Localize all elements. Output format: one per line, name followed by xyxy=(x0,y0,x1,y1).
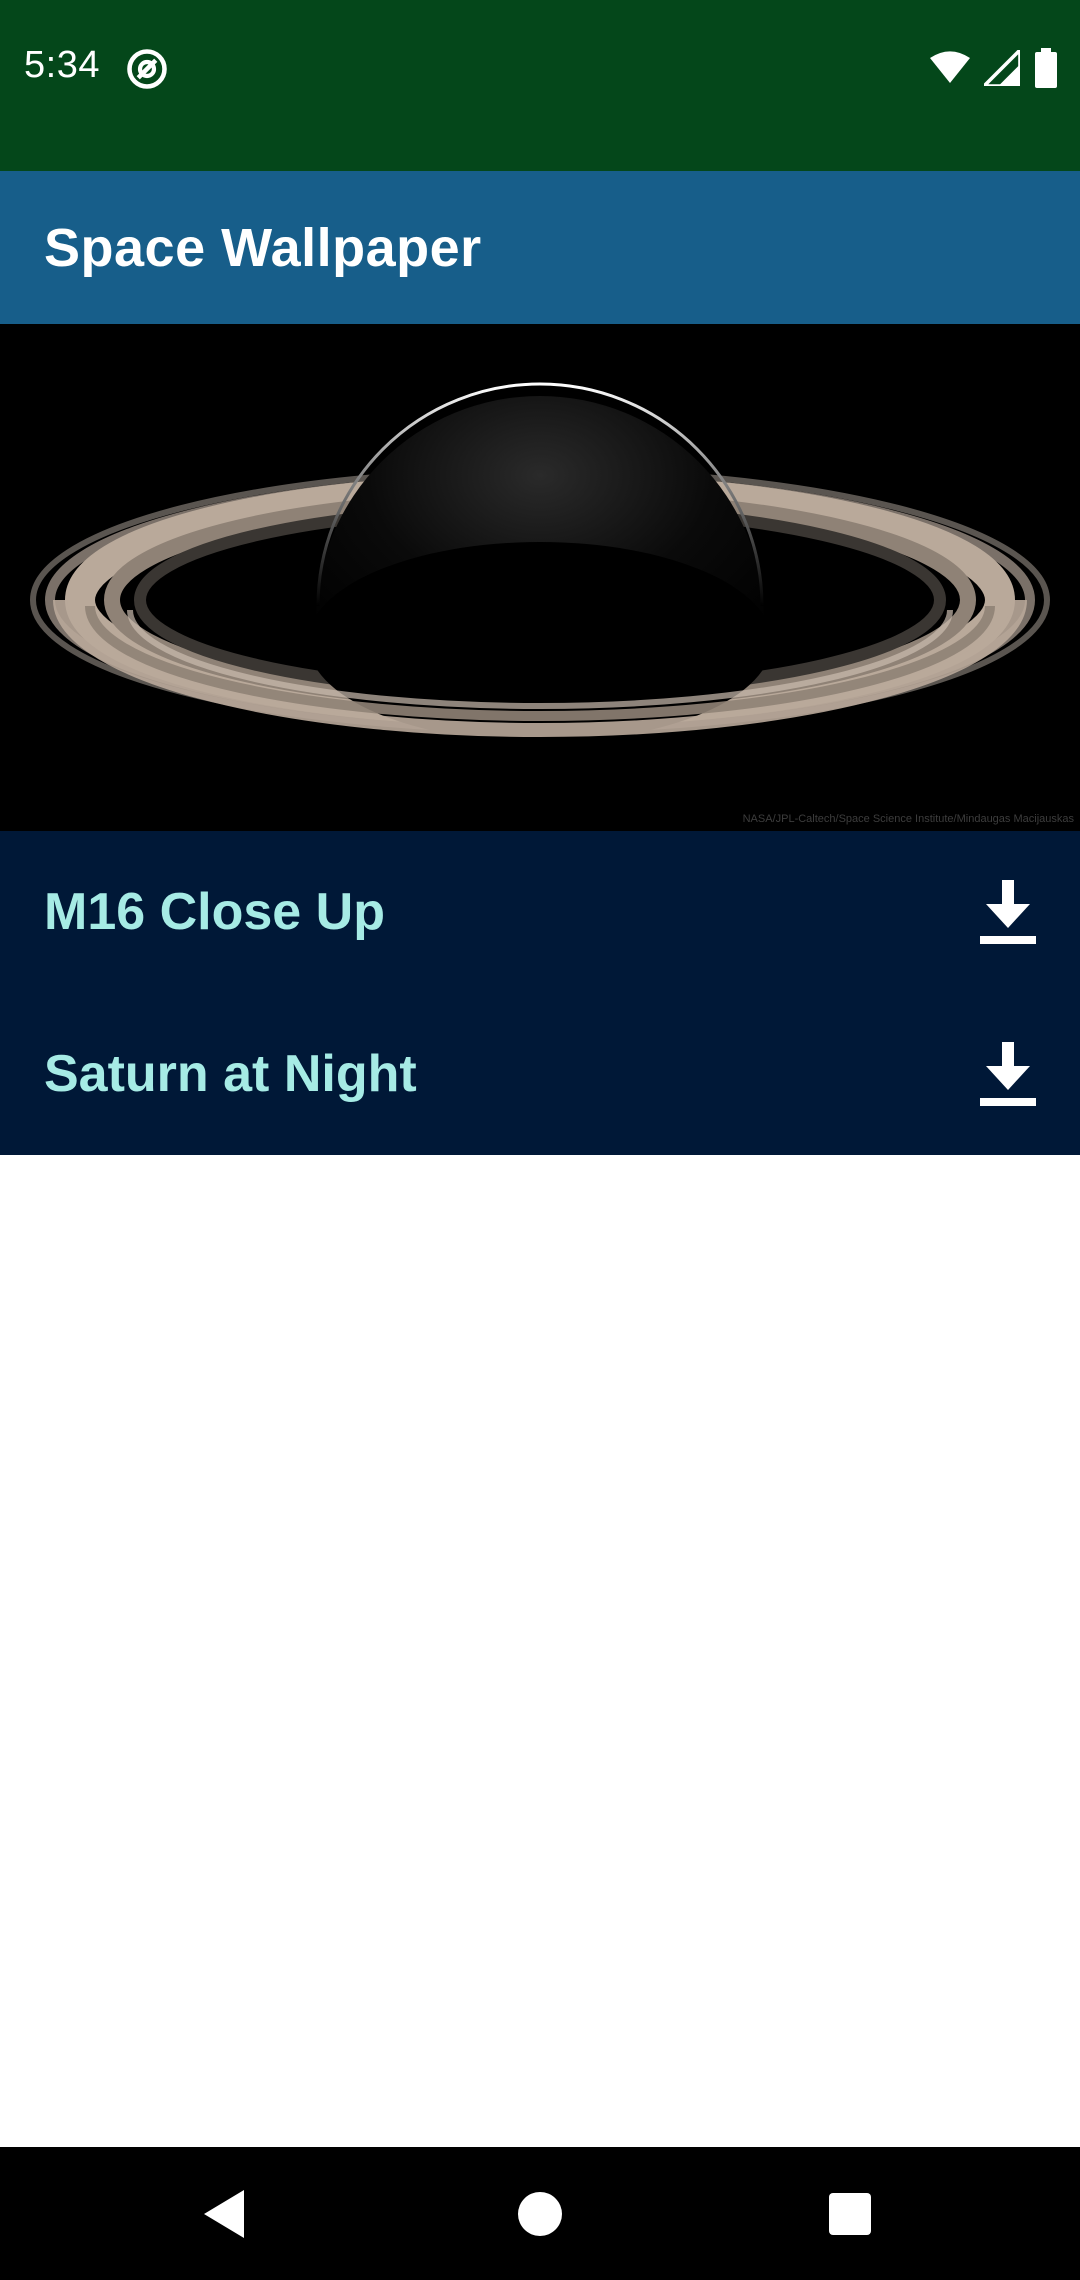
app-bar: Space Wallpaper xyxy=(0,171,1080,324)
download-icon[interactable] xyxy=(980,880,1036,944)
app-title: Space Wallpaper xyxy=(44,217,482,278)
home-icon xyxy=(518,2191,562,2236)
item-title: M16 Close Up xyxy=(44,883,385,941)
saturn-illustration xyxy=(30,382,1050,742)
download-icon[interactable] xyxy=(980,1042,1036,1106)
list-item[interactable]: M16 Close Up xyxy=(0,831,1080,993)
at-sign-icon xyxy=(127,49,167,89)
status-bar: 5:34 xyxy=(0,0,1080,171)
image-credit: NASA/JPL-Caltech/Space Science Institute… xyxy=(742,813,1074,825)
status-time: 5:34 xyxy=(24,44,100,86)
back-icon xyxy=(204,2189,244,2238)
wifi-icon xyxy=(930,51,970,83)
signal-icon xyxy=(984,50,1020,86)
wallpaper-list: M16 Close Up Saturn at Night xyxy=(0,831,1080,1155)
recents-button[interactable] xyxy=(790,2147,910,2280)
list-item[interactable]: Saturn at Night xyxy=(0,993,1080,1155)
home-button[interactable] xyxy=(480,2147,600,2280)
recents-icon xyxy=(829,2192,871,2235)
back-button[interactable] xyxy=(166,2147,286,2280)
navigation-bar xyxy=(0,2147,1080,2280)
status-icons xyxy=(930,46,1058,90)
saturn-image[interactable]: NASA/JPL-Caltech/Space Science Institute… xyxy=(0,324,1080,831)
battery-icon xyxy=(1035,48,1057,88)
item-title: Saturn at Night xyxy=(44,1045,417,1103)
